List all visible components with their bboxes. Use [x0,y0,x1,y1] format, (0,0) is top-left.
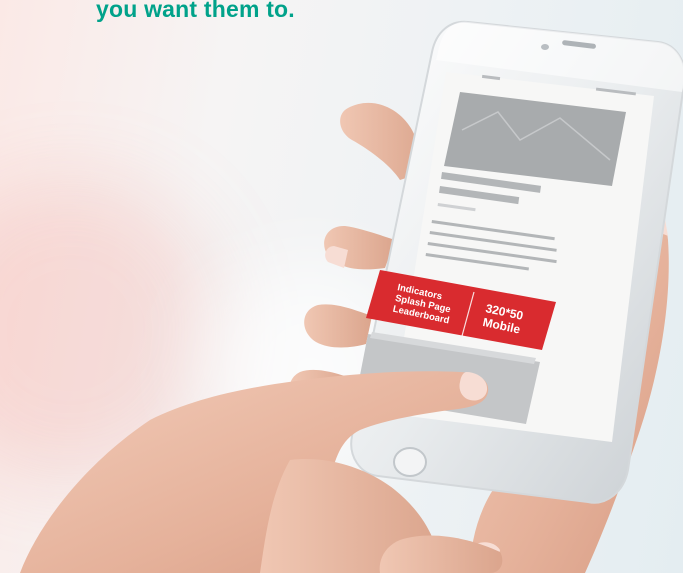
finger-nail [325,246,348,268]
phone-in-hand-illustration: Indicators Splash Page Leaderboard 320*5… [20,20,683,573]
hero-image: you want them to. Indicators Splash Page… [0,0,683,573]
home-button [393,447,427,477]
front-camera [541,44,549,50]
